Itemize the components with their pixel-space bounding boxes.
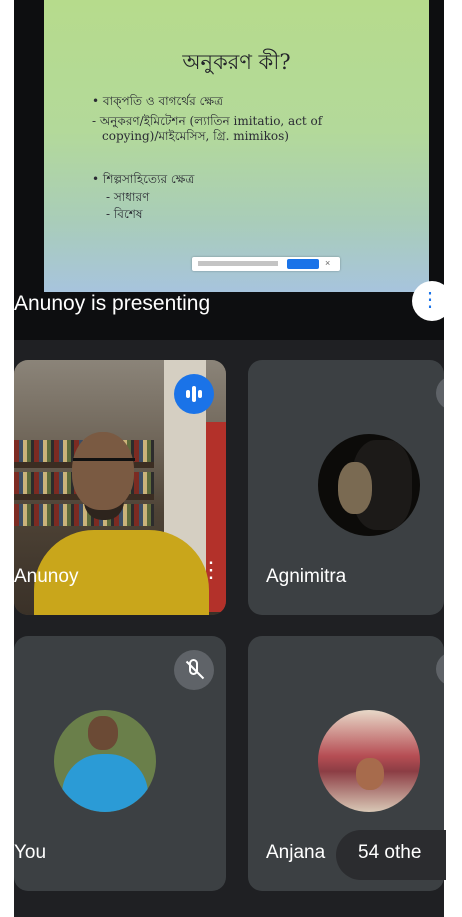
meeting-screen: অনুকরণ কী? • বাক্পতি ও বাগর্থের ক্ষেত্র … bbox=[14, 0, 444, 917]
stop-sharing-button[interactable] bbox=[287, 259, 319, 269]
share-notification-text bbox=[198, 261, 278, 266]
participant-tile-you[interactable]: You bbox=[14, 636, 226, 891]
avatar-face bbox=[356, 758, 384, 790]
participant-name: You bbox=[14, 842, 47, 863]
presenting-label: Anunoy is presenting bbox=[14, 292, 211, 315]
participant-name: Anjana bbox=[266, 842, 326, 863]
more-options-icon[interactable]: ⋮ bbox=[200, 559, 222, 581]
close-icon[interactable]: × bbox=[325, 258, 330, 268]
participant-name: Agnimitra bbox=[266, 566, 347, 587]
others-count-chip[interactable]: 54 othe bbox=[336, 830, 446, 880]
slide-bullet-3: • শিল্পসাহিত্যের ক্ষেত্র bbox=[92, 172, 195, 186]
screen-share-notification: × bbox=[192, 257, 340, 271]
slide-bullet-1: • বাক্পতি ও বাগর্থের ক্ষেত্র bbox=[92, 94, 223, 108]
audio-level-icon bbox=[174, 374, 214, 414]
slide-bullet-2: - অনুকরণ/ইমিটেশন (ল্যাতিন imitatio, act … bbox=[92, 114, 323, 128]
shared-slide: অনুকরণ কী? • বাক্পতি ও বাগর্থের ক্ষেত্র … bbox=[44, 0, 429, 292]
presentation-area: অনুকরণ কী? • বাক্পতি ও বাগর্থের ক্ষেত্র … bbox=[14, 0, 444, 340]
slide-sub-2: - বিশেষ bbox=[106, 207, 143, 221]
slide-sub-1: - সাধারণ bbox=[106, 190, 150, 204]
avatar bbox=[318, 434, 420, 536]
slide-bullet-2-cont: copying)/মাইমেসিস, গ্রি. mimikos) bbox=[102, 129, 289, 143]
curtain bbox=[206, 422, 226, 612]
participant-name: Anunoy bbox=[14, 566, 79, 587]
avatar-shirt bbox=[62, 754, 148, 812]
more-options-button[interactable]: ⋮ bbox=[412, 281, 452, 321]
others-count: 54 othe bbox=[358, 842, 422, 863]
participant-tile-agnimitra[interactable]: Agnimitra bbox=[248, 360, 444, 615]
avatar bbox=[54, 710, 156, 812]
person-glasses bbox=[73, 458, 135, 473]
slide-title: অনুকরণ কী? bbox=[182, 50, 291, 74]
avatar-face bbox=[88, 716, 118, 750]
mic-off-icon bbox=[174, 650, 214, 690]
avatar bbox=[318, 710, 420, 812]
avatar-face bbox=[338, 462, 372, 514]
participant-tile-anunoy[interactable]: Anunoy ⋮ bbox=[14, 360, 226, 615]
more-options-icon: ⋮ bbox=[420, 289, 440, 311]
